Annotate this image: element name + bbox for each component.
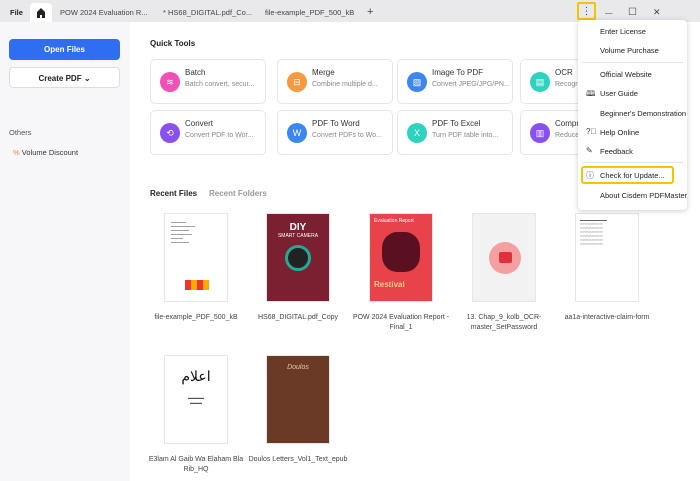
menu-check-for-update[interactable]: Check for Update... xyxy=(600,171,665,180)
book-icon: 🕮 xyxy=(586,89,596,98)
menu-divider xyxy=(582,162,683,163)
menu-enter-license[interactable]: Enter License xyxy=(600,27,646,36)
menu-help-online[interactable]: Help Online xyxy=(600,128,639,137)
menu-volume-purchase[interactable]: Volume Purchase xyxy=(600,46,659,55)
menu-beginners-demonstration[interactable]: Beginner's Demonstration xyxy=(600,109,686,118)
menu-divider xyxy=(582,62,683,63)
menu-about[interactable]: About Cisdem PDFMaster xyxy=(600,191,687,200)
menu-official-website[interactable]: Official Website xyxy=(600,70,652,79)
menu-feedback[interactable]: Feedback xyxy=(600,147,633,156)
update-icon: ⓘ xyxy=(586,171,594,180)
menu-user-guide[interactable]: User Guide xyxy=(600,89,638,98)
help-icon: ?⃝ xyxy=(586,127,597,136)
feedback-icon: ✎ xyxy=(586,146,593,155)
more-options-menu: Enter License Volume Purchase Official W… xyxy=(578,20,687,210)
